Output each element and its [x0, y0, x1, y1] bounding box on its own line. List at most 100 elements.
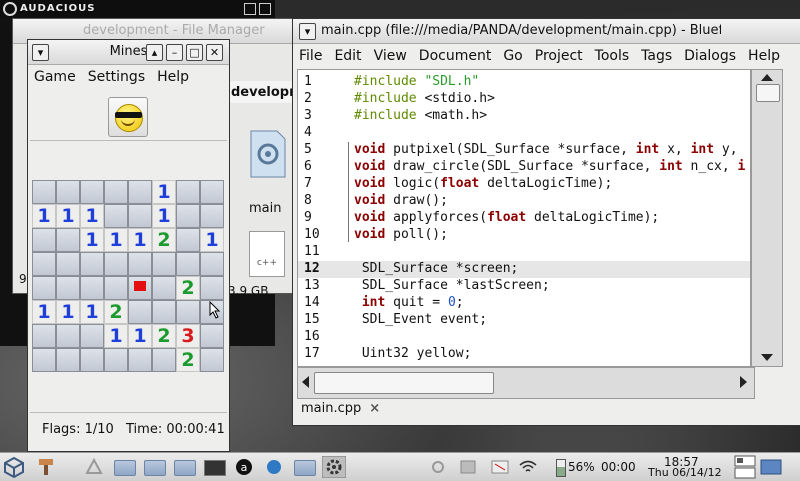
mine-cell[interactable]: 2 — [176, 276, 200, 300]
mine-cell[interactable] — [128, 252, 152, 276]
menu-view[interactable]: View — [368, 45, 413, 67]
mine-cell[interactable] — [80, 348, 104, 372]
scroll-up-arrow-icon[interactable] — [761, 74, 773, 81]
close-button[interactable]: ✕ — [206, 44, 223, 61]
mine-cell[interactable] — [104, 252, 128, 276]
audacious-app-icon[interactable]: a — [234, 458, 254, 476]
mine-cell[interactable]: 1 — [80, 228, 104, 252]
mine-cell[interactable] — [128, 204, 152, 228]
mixer-icon[interactable] — [490, 458, 510, 476]
menu-game[interactable]: Game — [28, 66, 82, 88]
mine-cell[interactable] — [176, 180, 200, 204]
mine-cell[interactable] — [176, 228, 200, 252]
mine-cell[interactable] — [32, 276, 56, 300]
window-button-icon[interactable] — [144, 460, 166, 476]
mine-cell[interactable] — [176, 300, 200, 324]
mine-cell[interactable]: 1 — [104, 228, 128, 252]
mine-cell[interactable] — [200, 348, 224, 372]
mine-cell[interactable] — [32, 252, 56, 276]
code-line[interactable]: 17 Uint32 yellow; — [298, 346, 750, 363]
vertical-scroll-thumb[interactable] — [756, 84, 780, 102]
graphics-app-icon[interactable] — [264, 458, 284, 476]
code-line[interactable]: 1 #include "SDL.h" — [298, 74, 750, 91]
bluefish-titlebar[interactable]: ▾ main.cpp (file:///media/PANDA/developm… — [293, 19, 800, 44]
mine-cell[interactable]: 1 — [80, 300, 104, 324]
clock-date[interactable]: Thu 06/14/12 — [648, 466, 722, 479]
code-line[interactable]: 3 #include <math.h> — [298, 108, 750, 125]
mine-cell[interactable] — [152, 252, 176, 276]
workspace-switcher-icon[interactable] — [734, 455, 756, 479]
mine-cell[interactable] — [200, 324, 224, 348]
code-line[interactable]: 15 SDL_Event event; — [298, 312, 750, 329]
mine-cell[interactable]: 2 — [104, 300, 128, 324]
mine-cell[interactable] — [56, 348, 80, 372]
menu-tags[interactable]: Tags — [635, 45, 678, 67]
scroll-down-arrow-icon[interactable] — [761, 354, 773, 361]
mines-titlebar[interactable]: ▾ Mines ▴ – □ ✕ — [28, 40, 229, 65]
mine-cell[interactable] — [32, 324, 56, 348]
mine-cell[interactable] — [56, 180, 80, 204]
mine-cell[interactable]: 1 — [128, 228, 152, 252]
mine-cell[interactable] — [104, 204, 128, 228]
code-line[interactable]: 12 SDL_Surface *screen; — [298, 261, 750, 278]
code-line[interactable]: 9 void applyforces(float deltaLogicTime); — [298, 210, 750, 227]
mine-cell[interactable] — [56, 324, 80, 348]
menu-document[interactable]: Document — [413, 45, 498, 67]
mine-cell[interactable] — [200, 252, 224, 276]
horizontal-scroll-thumb[interactable] — [314, 372, 494, 394]
code-line[interactable]: 11 — [298, 244, 750, 261]
menu-project[interactable]: Project — [529, 45, 589, 67]
menu-go[interactable]: Go — [497, 45, 528, 67]
mine-cell[interactable]: 1 — [200, 228, 224, 252]
mine-cell[interactable] — [56, 228, 80, 252]
mine-cell[interactable] — [32, 348, 56, 372]
wifi-icon[interactable] — [518, 458, 538, 476]
shade-button[interactable]: ▴ — [146, 44, 163, 61]
mine-cell[interactable] — [32, 180, 56, 204]
audacious-titlebar[interactable]: AUDACIOUS — [0, 0, 275, 18]
executable-file-icon[interactable] — [245, 129, 287, 179]
network-tray-icon[interactable] — [458, 458, 478, 476]
mine-cell[interactable] — [128, 300, 152, 324]
window-button-icon[interactable] — [174, 460, 196, 476]
mine-cell[interactable] — [104, 276, 128, 300]
mine-cell[interactable]: 1 — [152, 204, 176, 228]
mine-cell[interactable] — [176, 252, 200, 276]
recycle-icon[interactable] — [84, 458, 104, 476]
menu-help[interactable]: Help — [151, 66, 195, 88]
mine-cell[interactable]: 1 — [56, 204, 80, 228]
mine-cell[interactable] — [80, 252, 104, 276]
mine-cell[interactable] — [128, 348, 152, 372]
scroll-left-arrow-icon[interactable] — [302, 376, 309, 388]
menu-tools[interactable]: Tools — [589, 45, 636, 67]
mine-cell[interactable]: 3 — [176, 324, 200, 348]
mine-cell[interactable]: 2 — [152, 324, 176, 348]
code-line[interactable]: 4 — [298, 125, 750, 142]
app-menu-cube-icon[interactable] — [3, 456, 25, 478]
brightness-icon[interactable] — [428, 458, 448, 476]
mine-cell[interactable] — [152, 300, 176, 324]
document-tab[interactable]: main.cpp × — [297, 399, 384, 425]
code-line[interactable]: 13 SDL_Surface *lastScreen; — [298, 278, 750, 295]
code-line[interactable]: 8 void draw(); — [298, 193, 750, 210]
mine-cell[interactable]: 1 — [32, 204, 56, 228]
show-desktop-icon[interactable] — [760, 457, 782, 477]
mine-cell[interactable] — [200, 276, 224, 300]
mine-cell[interactable] — [80, 324, 104, 348]
new-game-face-button[interactable] — [108, 97, 148, 137]
code-editor[interactable]: 1 #include "SDL.h" 2 #include <stdio.h> 3 #in… — [297, 69, 751, 367]
menu-help[interactable]: Help — [742, 45, 786, 67]
mine-cell[interactable]: 1 — [152, 180, 176, 204]
window-button-icon[interactable] — [294, 460, 316, 476]
mine-cell[interactable] — [152, 276, 176, 300]
code-line[interactable]: 5 void putpixel(SDL_Surface *surface, int… — [298, 142, 750, 159]
cpp-file-icon[interactable]: c++ — [249, 231, 285, 277]
menu-dialogs[interactable]: Dialogs — [678, 45, 742, 67]
mine-cell[interactable]: 1 — [104, 324, 128, 348]
code-line[interactable]: 7 void logic(float deltaLogicTime); — [298, 176, 750, 193]
mine-cell[interactable] — [104, 348, 128, 372]
mine-cell[interactable]: 1 — [128, 324, 152, 348]
terminal-icon[interactable] — [204, 460, 226, 476]
mine-cell[interactable] — [152, 348, 176, 372]
menu-edit[interactable]: Edit — [328, 45, 367, 67]
